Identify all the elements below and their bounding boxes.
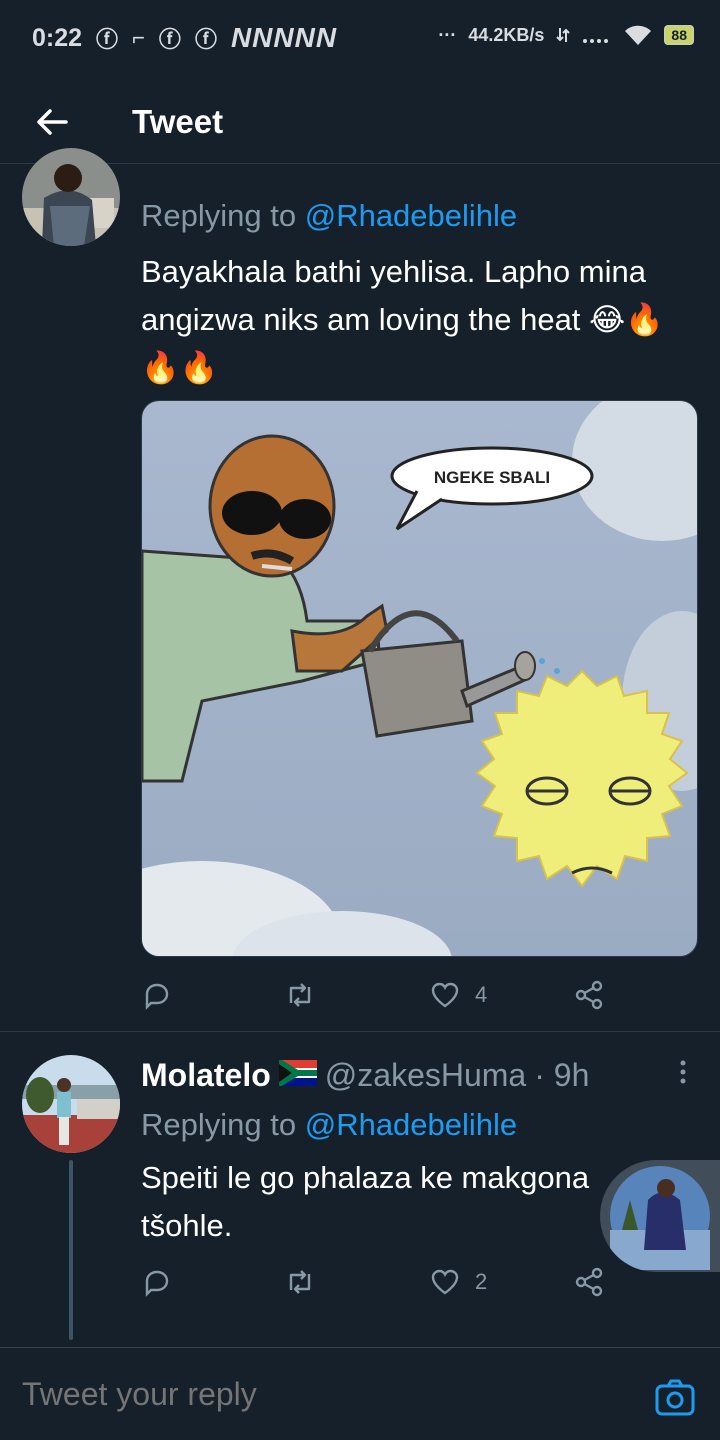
like-button[interactable]: 2 xyxy=(429,1262,487,1302)
tweet-text: Speiti le go phalaza ke makgona tšohle. xyxy=(141,1160,590,1243)
facebook-notification-icon: ⓕ xyxy=(194,27,217,52)
like-count: 4 xyxy=(475,982,488,1007)
reply-button[interactable] xyxy=(141,1262,173,1302)
arrow-left-icon[interactable] xyxy=(30,100,74,144)
avatar[interactable] xyxy=(22,1055,120,1153)
status-bar: 0:22 ⓕ ⌐ ⓕ ⓕ NNNNN ··· 44.2KB/s 88 xyxy=(0,0,720,76)
notification-icon: ⌐ xyxy=(132,25,145,50)
author-name[interactable]: Molatelo xyxy=(141,1057,271,1094)
tweet-divider xyxy=(0,1031,720,1032)
netflix-notification-icons: NNNNN xyxy=(230,22,338,53)
retweet-button[interactable] xyxy=(283,1262,317,1302)
more-options-icon[interactable] xyxy=(672,1058,694,1088)
mention-link[interactable]: @Rhadebelihle xyxy=(305,1107,517,1142)
camera-icon[interactable] xyxy=(654,1376,696,1418)
clock: 0:22 xyxy=(32,23,83,52)
author-handle[interactable]: @zakesHuma xyxy=(325,1057,526,1094)
signal-icon xyxy=(583,39,609,43)
tweet-time: · 9h xyxy=(534,1057,590,1093)
status-right: ··· 44.2KB/s 88 xyxy=(438,24,694,46)
retweet-icon xyxy=(289,1270,311,1294)
floating-chat-head[interactable] xyxy=(600,1160,720,1272)
replying-to-label: Replying to xyxy=(141,1107,297,1142)
thread-line xyxy=(69,1160,73,1340)
network-speed: 44.2KB/s xyxy=(468,24,545,45)
share-button[interactable] xyxy=(573,975,605,1015)
south-africa-flag-icon xyxy=(278,1057,317,1094)
reply-input[interactable] xyxy=(22,1376,622,1413)
share-icon xyxy=(575,1267,603,1297)
tweet-actions: 2 xyxy=(141,1262,621,1302)
heart-icon xyxy=(431,982,459,1008)
reply-button[interactable] xyxy=(141,975,173,1015)
mention-link[interactable]: @Rhadebelihle xyxy=(305,198,517,233)
top-app-bar: Tweet xyxy=(0,76,720,164)
tweet-author-line: Molatelo @zakesHuma · 9h xyxy=(141,1057,589,1094)
reply-icon xyxy=(145,983,169,1010)
status-left: 0:22 ⓕ ⌐ ⓕ ⓕ NNNNN xyxy=(32,22,337,54)
battery-icon: 88 xyxy=(664,25,694,45)
data-arrows-icon xyxy=(556,28,571,42)
tweet-actions: 4 xyxy=(141,975,621,1015)
reply-icon xyxy=(145,1270,169,1297)
facebook-notification-icon: ⓕ xyxy=(96,27,119,52)
avatar[interactable] xyxy=(22,148,120,246)
reply-composer-bar xyxy=(0,1347,720,1440)
meme-caption: NGEKE SBALI xyxy=(434,468,550,487)
wifi-icon xyxy=(625,25,652,45)
tweet-image[interactable]: NGEKE SBALI xyxy=(141,400,698,957)
like-button[interactable]: 4 xyxy=(429,975,487,1015)
tweet-text: Bayakhala bathi yehlisa. Lapho mina angi… xyxy=(141,254,664,385)
replying-to-line: Replying to @Rhadebelihle xyxy=(141,1107,517,1143)
share-icon xyxy=(575,980,603,1010)
like-count: 2 xyxy=(475,1269,488,1294)
facebook-notification-icon: ⓕ xyxy=(158,27,181,52)
page-title: Tweet xyxy=(132,103,224,140)
replying-to-line: Replying to @Rhadebelihle xyxy=(141,198,517,234)
replying-to-label: Replying to xyxy=(141,198,297,233)
retweet-button[interactable] xyxy=(283,975,317,1015)
more-notifications-icon: ··· xyxy=(438,24,457,45)
retweet-icon xyxy=(289,983,311,1007)
heart-icon xyxy=(431,1269,459,1295)
share-button[interactable] xyxy=(573,1262,605,1302)
